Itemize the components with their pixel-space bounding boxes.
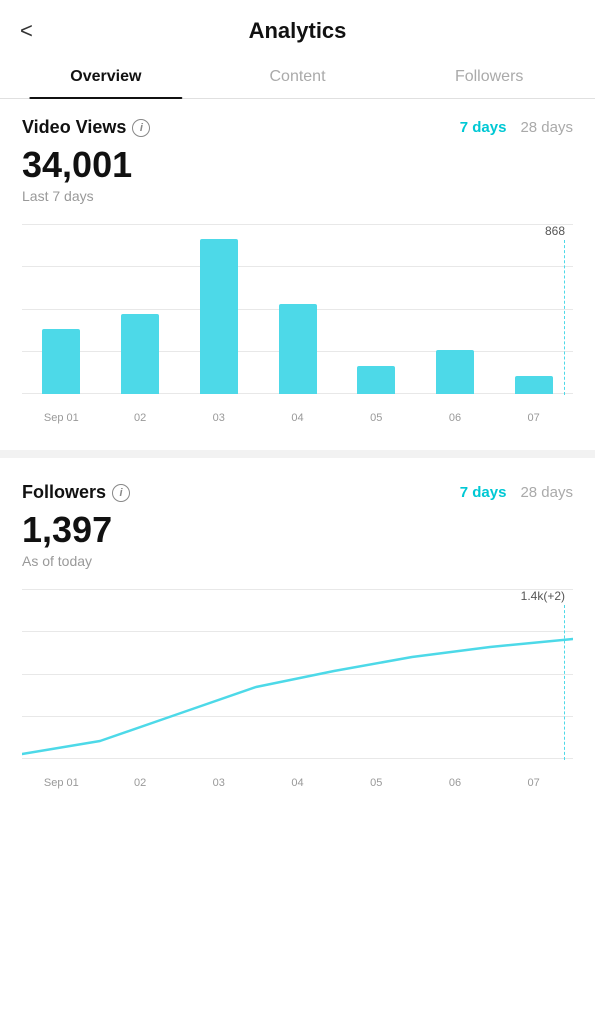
bar-chart-annotation: 868	[545, 224, 565, 395]
grid-line	[22, 224, 573, 225]
bar-sep01	[42, 329, 80, 394]
bar-02	[121, 314, 159, 394]
bar-col-06	[416, 350, 495, 394]
x-label-07: 07	[494, 412, 573, 424]
x-label-sep01: Sep 01	[22, 412, 101, 424]
followers-28day-button[interactable]: 28 days	[520, 484, 573, 501]
video-views-chart: 868 Sep 01 02 03 04 05 06 07	[0, 224, 595, 444]
page-title: Analytics	[249, 18, 347, 44]
video-views-title: Video Views	[22, 117, 126, 138]
bar-col-04	[258, 304, 337, 394]
bar-05	[357, 366, 395, 394]
video-views-period-buttons: 7 days 28 days	[460, 119, 573, 136]
followers-title-row: Followers i	[22, 482, 130, 503]
bar-03	[200, 239, 238, 394]
annotation-value: 868	[545, 224, 565, 238]
line-chart-annotation: 1.4k(+2)	[521, 589, 565, 760]
video-views-sublabel: Last 7 days	[22, 188, 573, 204]
bar-chart: 868 Sep 01 02 03 04 05 06 07	[22, 224, 573, 424]
x-label-03: 03	[179, 412, 258, 424]
tab-bar: Overview Content Followers	[0, 56, 595, 99]
bar-col-sep01	[22, 329, 101, 394]
bars-row	[22, 239, 573, 394]
line-x-label-07: 07	[494, 777, 573, 789]
bar-col-05	[337, 366, 416, 394]
followers-title: Followers	[22, 482, 106, 503]
video-views-7day-button[interactable]: 7 days	[460, 119, 507, 136]
tab-followers[interactable]: Followers	[393, 56, 585, 98]
line-x-label-06: 06	[416, 777, 495, 789]
followers-header: Followers i 7 days 28 days	[22, 482, 573, 503]
header: < Analytics	[0, 0, 595, 56]
line-dashed-line	[564, 605, 565, 760]
x-label-04: 04	[258, 412, 337, 424]
x-label-05: 05	[337, 412, 416, 424]
line-x-label-05: 05	[337, 777, 416, 789]
video-views-title-row: Video Views i	[22, 117, 150, 138]
video-views-28day-button[interactable]: 28 days	[520, 119, 573, 136]
video-views-info-icon[interactable]: i	[132, 119, 150, 137]
video-views-header: Video Views i 7 days 28 days	[22, 117, 573, 138]
back-button[interactable]: <	[20, 18, 33, 44]
x-axis-labels: Sep 01 02 03 04 05 06 07	[22, 412, 573, 424]
bar-04	[279, 304, 317, 394]
bar-col-03	[179, 239, 258, 394]
bar-col-02	[101, 314, 180, 394]
video-views-section: Video Views i 7 days 28 days 34,001 Last…	[0, 99, 595, 224]
followers-chart: 1.4k(+2) Sep 01 02 03 04 05 06 07	[0, 589, 595, 809]
section-divider	[0, 450, 595, 458]
line-x-label-02: 02	[101, 777, 180, 789]
line-x-label-04: 04	[258, 777, 337, 789]
bar-06	[436, 350, 474, 394]
followers-period-buttons: 7 days 28 days	[460, 484, 573, 501]
line-path	[22, 639, 573, 754]
followers-value: 1,397	[22, 509, 573, 551]
followers-7day-button[interactable]: 7 days	[460, 484, 507, 501]
video-views-value: 34,001	[22, 144, 573, 186]
line-x-label-03: 03	[179, 777, 258, 789]
followers-section: Followers i 7 days 28 days 1,397 As of t…	[0, 464, 595, 589]
line-chart: 1.4k(+2) Sep 01 02 03 04 05 06 07	[22, 589, 573, 789]
followers-sublabel: As of today	[22, 553, 573, 569]
line-chart-svg	[22, 589, 573, 759]
followers-info-icon[interactable]: i	[112, 484, 130, 502]
line-x-axis-labels: Sep 01 02 03 04 05 06 07	[22, 777, 573, 789]
dashed-line	[564, 240, 565, 395]
line-x-label-sep01: Sep 01	[22, 777, 101, 789]
line-annotation-label: 1.4k(+2)	[521, 589, 565, 603]
tab-content[interactable]: Content	[202, 56, 394, 98]
x-label-06: 06	[416, 412, 495, 424]
x-label-02: 02	[101, 412, 180, 424]
tab-overview[interactable]: Overview	[10, 56, 202, 98]
